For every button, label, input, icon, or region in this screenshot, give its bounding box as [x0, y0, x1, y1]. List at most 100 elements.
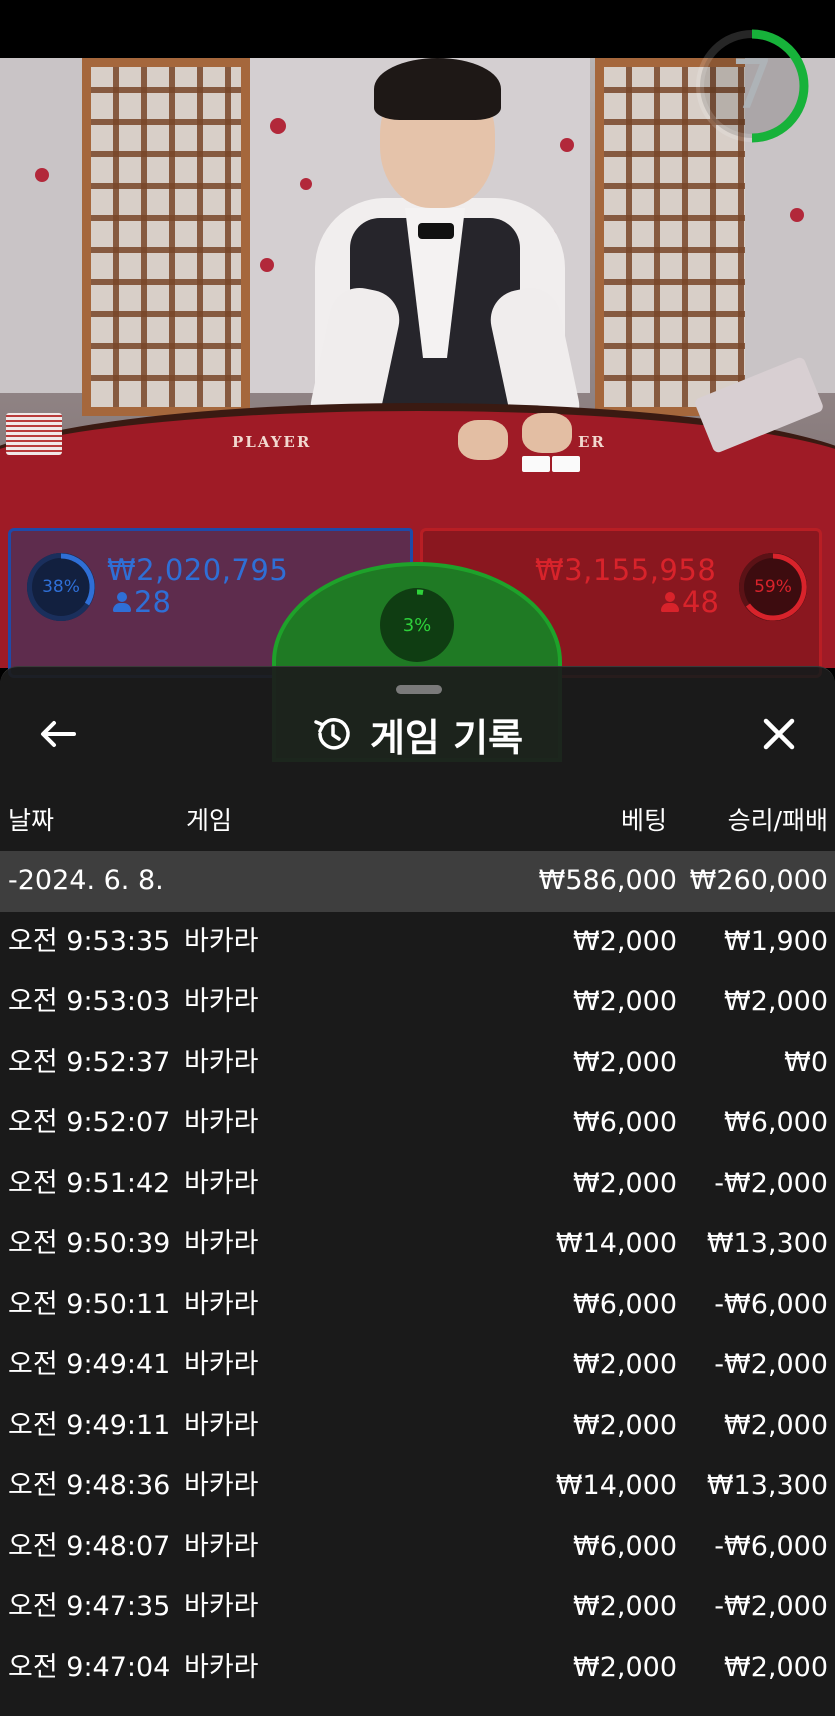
history-table: -2024. 6. 8. ₩586,000 ₩260,000 오전 9:53:3…: [0, 851, 835, 1698]
banker-bettor-count: 48: [661, 585, 719, 619]
row-time: 오전 9:52:37: [8, 1046, 171, 1078]
history-row[interactable]: 오전 9:47:35 바카라 ₩2,000 -₩2,000: [0, 1577, 835, 1638]
blossom: [560, 138, 574, 152]
history-row[interactable]: 오전 9:50:39 바카라 ₩14,000 ₩13,300: [0, 1214, 835, 1275]
row-bet: ₩6,000: [573, 1530, 677, 1562]
player-bettor-count: 28: [113, 585, 171, 619]
history-clock-icon: [314, 718, 350, 750]
history-row[interactable]: 오전 9:53:35 바카라 ₩2,000 ₩1,900: [0, 912, 835, 973]
row-result: ₩0: [784, 1046, 828, 1078]
history-row[interactable]: 오전 9:52:07 바카라 ₩6,000 ₩6,000: [0, 1093, 835, 1154]
row-result: -₩6,000: [714, 1288, 828, 1320]
history-row[interactable]: 오전 9:50:11 바카라 ₩6,000 -₩6,000: [0, 1275, 835, 1336]
player-bettor-number: 28: [134, 585, 171, 619]
row-bet: ₩2,000: [573, 1409, 677, 1441]
row-bet: ₩6,000: [573, 1288, 677, 1320]
banker-percent: 59%: [754, 577, 792, 597]
blossom: [270, 118, 286, 134]
banker-total-amount: ₩3,155,958: [535, 553, 717, 587]
card-deck: [6, 413, 62, 455]
close-icon: [763, 718, 795, 750]
close-button[interactable]: [751, 709, 807, 759]
row-bet: ₩2,000: [573, 1046, 677, 1078]
row-result: -₩2,000: [714, 1591, 828, 1622]
history-row[interactable]: 오전 9:49:41 바카라 ₩2,000 -₩2,000: [0, 1335, 835, 1396]
row-time: 오전 9:49:41: [8, 1349, 171, 1380]
row-bet: ₩6,000: [573, 1107, 677, 1138]
row-game: 바카라: [184, 1651, 259, 1683]
history-row[interactable]: 오전 9:47:04 바카라 ₩2,000 ₩2,000: [0, 1638, 835, 1699]
tie-percent: 3%: [402, 614, 432, 636]
row-result: ₩13,300: [706, 1470, 828, 1501]
banker-percent-ring: 59%: [739, 553, 807, 621]
playing-card: [552, 456, 580, 472]
row-game: 바카라: [184, 1167, 259, 1199]
history-row[interactable]: 오전 9:51:42 바카라 ₩2,000 -₩2,000: [0, 1154, 835, 1215]
row-game: 바카라: [184, 1046, 259, 1078]
column-header-bet: 베팅: [620, 806, 667, 835]
history-rows: 오전 9:53:35 바카라 ₩2,000 ₩1,900 오전 9:53:03 바카라 ₩2…: [0, 912, 835, 1699]
row-time: 오전 9:50:39: [8, 1228, 171, 1259]
round-timer: 7: [694, 28, 810, 144]
date-group-row[interactable]: -2024. 6. 8. ₩586,000 ₩260,000: [0, 851, 835, 912]
tie-percent-ring: 3%: [380, 588, 454, 662]
row-time: 오전 9:49:11: [8, 1409, 171, 1441]
person-icon: [661, 592, 679, 612]
blossom: [260, 258, 274, 272]
row-bet: ₩14,000: [555, 1228, 677, 1259]
row-bet: ₩2,000: [573, 1591, 677, 1622]
dealer-hand-left: [458, 420, 508, 460]
blossom: [300, 178, 312, 190]
blossom: [35, 168, 49, 182]
timer-countdown: 7: [730, 46, 774, 125]
history-row[interactable]: 오전 9:48:07 바카라 ₩6,000 -₩6,000: [0, 1517, 835, 1578]
game-history-sheet: 게임 기록 날짜 게임 베팅 승리/패배 -2024. 6. 8. ₩586,0…: [0, 666, 835, 1716]
row-time: 오전 9:47:35: [8, 1591, 171, 1622]
player-percent-ring: 38%: [27, 553, 95, 621]
row-result: ₩13,300: [706, 1228, 828, 1259]
row-bet: ₩14,000: [555, 1470, 677, 1501]
row-result: -₩6,000: [714, 1530, 828, 1562]
row-game: 바카라: [184, 1288, 259, 1320]
sheet-title: 게임 기록: [369, 715, 524, 760]
row-time: 오전 9:52:07: [8, 1107, 171, 1138]
felt-label-player: PLAYER: [232, 433, 312, 451]
history-row[interactable]: 오전 9:49:11 바카라 ₩2,000 ₩2,000: [0, 1396, 835, 1457]
row-time: 오전 9:51:42: [8, 1167, 171, 1199]
history-row[interactable]: 오전 9:52:37 바카라 ₩2,000 ₩0: [0, 1033, 835, 1094]
row-time: 오전 9:53:35: [8, 925, 171, 957]
row-game: 바카라: [184, 1409, 259, 1441]
row-result: ₩6,000: [724, 1107, 828, 1138]
felt-label-banker: ER: [578, 433, 606, 451]
playing-card: [522, 456, 550, 472]
history-row[interactable]: 오전 9:48:36 바카라 ₩14,000 ₩13,300: [0, 1456, 835, 1517]
history-row[interactable]: 오전 9:53:03 바카라 ₩2,000 ₩2,000: [0, 972, 835, 1033]
row-result: ₩2,000: [724, 986, 828, 1017]
row-result: ₩2,000: [724, 1651, 828, 1683]
row-bet: ₩2,000: [573, 1651, 677, 1683]
dealer-hand-right: [522, 413, 572, 453]
row-bet: ₩2,000: [573, 1349, 677, 1380]
row-result: ₩1,900: [724, 925, 828, 957]
row-bet: ₩2,000: [573, 986, 677, 1017]
row-game: 바카라: [184, 1228, 259, 1259]
date-group-label: -2024. 6. 8.: [8, 865, 164, 896]
column-header-date: 날짜: [8, 806, 55, 835]
row-game: 바카라: [184, 986, 259, 1017]
row-result: -₩2,000: [714, 1167, 828, 1199]
column-header-result: 승리/패배: [727, 806, 828, 835]
row-game: 바카라: [184, 1349, 259, 1380]
wall-left: [0, 58, 90, 393]
folding-screen-left: [82, 58, 250, 416]
row-time: 오전 9:48:36: [8, 1470, 171, 1501]
arrow-left-icon: [41, 721, 76, 747]
sheet-title-group: 게임 기록: [0, 703, 835, 765]
back-button[interactable]: [30, 709, 86, 759]
row-game: 바카라: [184, 1591, 259, 1622]
row-result: -₩2,000: [714, 1349, 828, 1380]
date-group-result-total: ₩260,000: [689, 865, 828, 896]
row-time: 오전 9:47:04: [8, 1651, 171, 1683]
sheet-drag-handle[interactable]: [396, 685, 442, 694]
sheet-header: 게임 기록: [0, 703, 835, 765]
row-time: 오전 9:48:07: [8, 1530, 171, 1562]
